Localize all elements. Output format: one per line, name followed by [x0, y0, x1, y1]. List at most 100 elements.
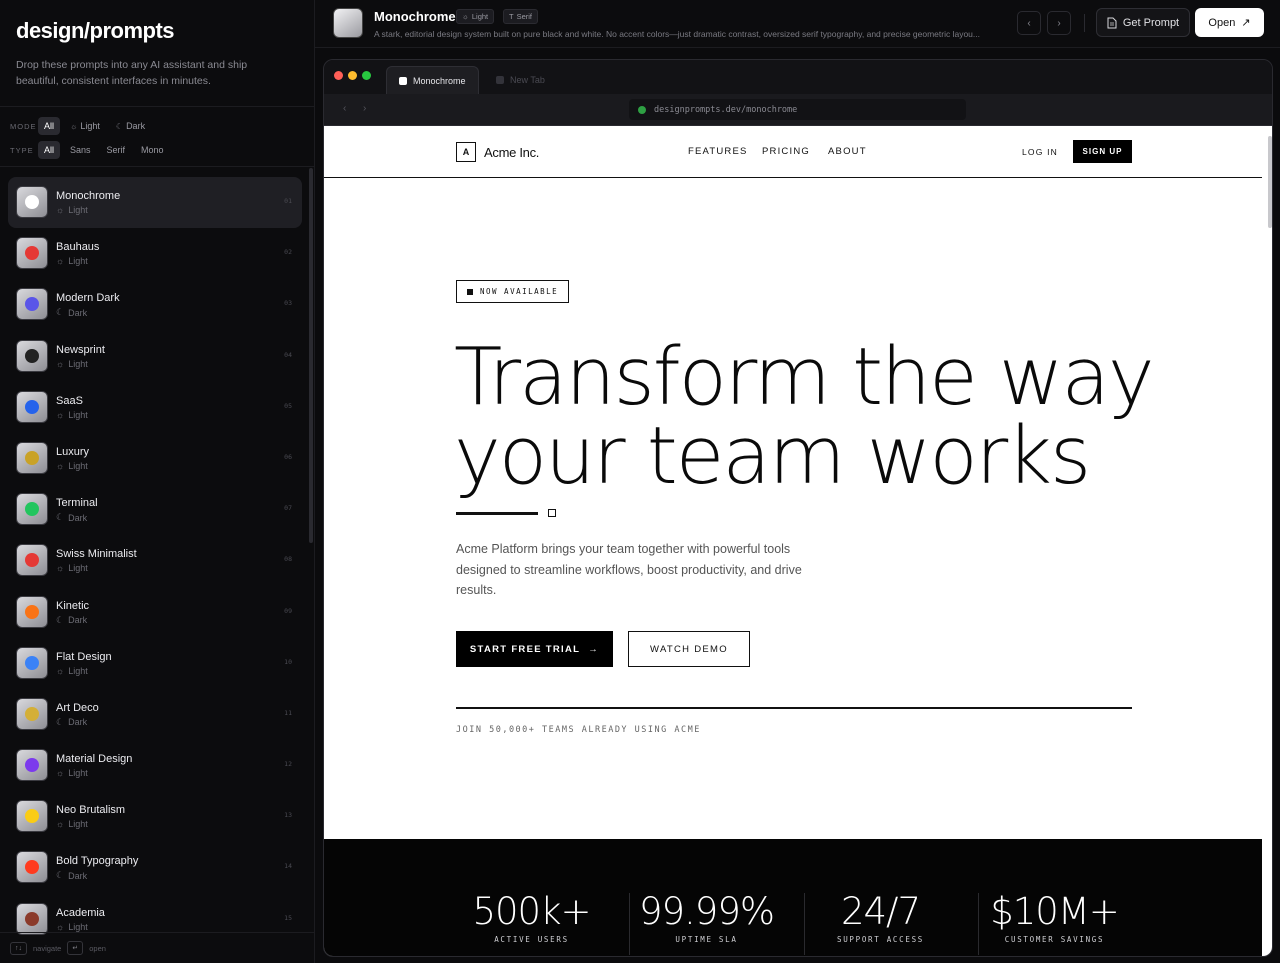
theme-number: 01 [284, 197, 292, 205]
theme-mode: ☼ Light [56, 563, 88, 574]
nav-features[interactable]: FEATURES [688, 146, 748, 157]
back-arrow-icon[interactable]: ‹ [343, 103, 346, 114]
open-button[interactable]: Open ↗ [1195, 8, 1264, 37]
signup-button[interactable]: SIGN UP [1073, 140, 1132, 163]
theme-color-dot [25, 450, 39, 465]
theme-swatch [333, 8, 363, 38]
type-filter-serif[interactable]: Serif [101, 141, 132, 159]
minimize-window-dot[interactable] [348, 71, 357, 80]
top-bar: Monochrome ☼ Light T Serif A stark, editor… [315, 0, 1280, 48]
theme-item-monochrome[interactable]: Monochrome ☼ Light 01 [8, 177, 302, 229]
theme-number: 14 [284, 862, 292, 871]
theme-item-swiss-minimalist[interactable]: Swiss Minimalist ☼ Light 08 [8, 535, 302, 586]
theme-item-neo-brutalism[interactable]: Neo Brutalism ☼ Light 13 [8, 791, 302, 842]
theme-name: Luxury [56, 445, 90, 458]
mode-filter-dark[interactable]: ☾ Dark [110, 117, 151, 135]
theme-color-dot [25, 604, 39, 619]
forward-arrow-icon[interactable]: › [363, 103, 366, 114]
hero-subtitle: Acme Platform brings your team together … [456, 542, 802, 597]
theme-number: 07 [284, 504, 292, 513]
stat-savings: $10M+ CUSTOMER SAVINGS [967, 890, 1142, 945]
theme-swatch [16, 697, 48, 730]
enter-key-icon: ↵ [67, 941, 84, 955]
theme-item-modern-dark[interactable]: Modern Dark ☾ Dark 03 [8, 279, 302, 330]
site-logo-mark[interactable]: A [456, 142, 476, 162]
proof-divider [456, 707, 1132, 709]
get-prompt-button[interactable]: Get Prompt [1096, 8, 1190, 37]
theme-item-art-deco[interactable]: Art Deco ☾ Dark 11 [8, 689, 302, 740]
theme-color-dot [25, 553, 39, 568]
stat-value: $10M+ [990, 890, 1120, 933]
theme-mode: ☾ Dark [56, 716, 88, 728]
theme-number: 05 [284, 401, 292, 410]
hero-square-mark [548, 509, 556, 517]
sun-icon: ☼ [70, 121, 78, 131]
nav-pricing[interactable]: PRICING [762, 146, 810, 157]
type-filter-all[interactable]: All [38, 141, 61, 159]
hero-title: Transform the way your team works [454, 331, 1155, 502]
tab-favicon-icon [399, 76, 407, 85]
theme-swatch [16, 186, 48, 218]
social-proof: JOIN 50,000+ TEAMS ALREADY USING ACME [456, 725, 701, 735]
type-badge: T Serif [503, 9, 539, 24]
square-bullet-icon [467, 288, 473, 295]
theme-swatch [16, 595, 48, 628]
type-filter-mono[interactable]: Mono [135, 141, 170, 159]
theme-color-dot [25, 809, 39, 824]
type-filter: TYPE All Sans Serif Mono [10, 141, 170, 159]
type-filter-sans[interactable]: Sans [64, 141, 97, 159]
availability-badge: NOW AVAILABLE [456, 280, 570, 303]
previous-theme-button[interactable]: ‹ [1017, 11, 1041, 35]
sidebar-divider [0, 166, 315, 167]
theme-mode: ☼ Light [56, 205, 88, 215]
theme-number: 09 [284, 606, 292, 615]
open-hint: open [89, 943, 106, 953]
arrow-keys-icon: ↑↓ [10, 941, 27, 955]
theme-swatch [16, 441, 48, 474]
login-link[interactable]: LOG IN [1022, 147, 1058, 157]
sidebar-divider [0, 106, 315, 107]
theme-color-dot [25, 502, 39, 517]
theme-name: SaaS [56, 394, 83, 407]
theme-item-saas[interactable]: SaaS ☼ Light 05 [8, 382, 302, 433]
theme-color-dot [25, 399, 39, 414]
site-logo-text[interactable]: Acme Inc. [484, 145, 539, 160]
theme-item-terminal[interactable]: Terminal ☾ Dark 07 [8, 484, 302, 535]
watch-demo-button[interactable]: WATCH DEMO [628, 631, 750, 667]
mode-badge: ☼ Light [456, 9, 495, 24]
sun-icon: ☼ [56, 205, 65, 215]
theme-number: 13 [284, 811, 292, 820]
theme-item-kinetic[interactable]: Kinetic ☾ Dark 09 [8, 587, 302, 638]
next-theme-button[interactable]: › [1047, 11, 1071, 35]
sun-icon: ☼ [56, 768, 65, 779]
moon-icon: ☾ [115, 121, 124, 131]
keyboard-hints: ↑↓ navigate ↵ open [0, 932, 315, 963]
stat-support: 24/7 SUPPORT ACCESS [793, 891, 968, 945]
theme-title: Monochrome [374, 9, 456, 24]
mode-filter-light[interactable]: ☼ Light [64, 117, 106, 135]
start-trial-button[interactable]: START FREE TRIAL → [456, 631, 613, 667]
url-field[interactable]: designprompts.dev/monochrome [629, 99, 966, 120]
brand-title[interactable]: design/prompts [16, 18, 175, 44]
theme-number: 02 [284, 248, 292, 257]
theme-mode: ☾ Dark [56, 307, 88, 318]
mode-filter-all[interactable]: All [38, 117, 61, 135]
browser-tab-new[interactable]: New Tab [484, 66, 557, 94]
theme-item-bold-typography[interactable]: Bold Typography ☾ Dark 14 [8, 842, 302, 893]
sidebar-scrollbar[interactable] [309, 168, 313, 543]
close-window-dot[interactable] [334, 71, 343, 80]
browser-tab-active[interactable]: Monochrome [386, 66, 479, 94]
site-scrollbar[interactable] [1268, 136, 1272, 228]
theme-item-bauhaus[interactable]: Bauhaus ☼ Light 02 [8, 228, 302, 279]
theme-item-luxury[interactable]: Luxury ☼ Light 06 [8, 433, 302, 484]
stat-label: UPTIME SLA [675, 935, 738, 944]
theme-item-newsprint[interactable]: Newsprint ☼ Light 04 [8, 331, 302, 382]
theme-item-flat-design[interactable]: Flat Design ☼ Light 10 [8, 638, 302, 689]
theme-item-material-design[interactable]: Material Design ☼ Light 12 [8, 740, 302, 791]
stat-value: 500k+ [472, 890, 591, 933]
sun-icon: ☼ [56, 819, 65, 830]
moon-icon: ☾ [56, 870, 65, 881]
maximize-window-dot[interactable] [362, 71, 371, 80]
nav-about[interactable]: ABOUT [828, 146, 867, 157]
theme-mode: ☼ Light [56, 460, 88, 471]
